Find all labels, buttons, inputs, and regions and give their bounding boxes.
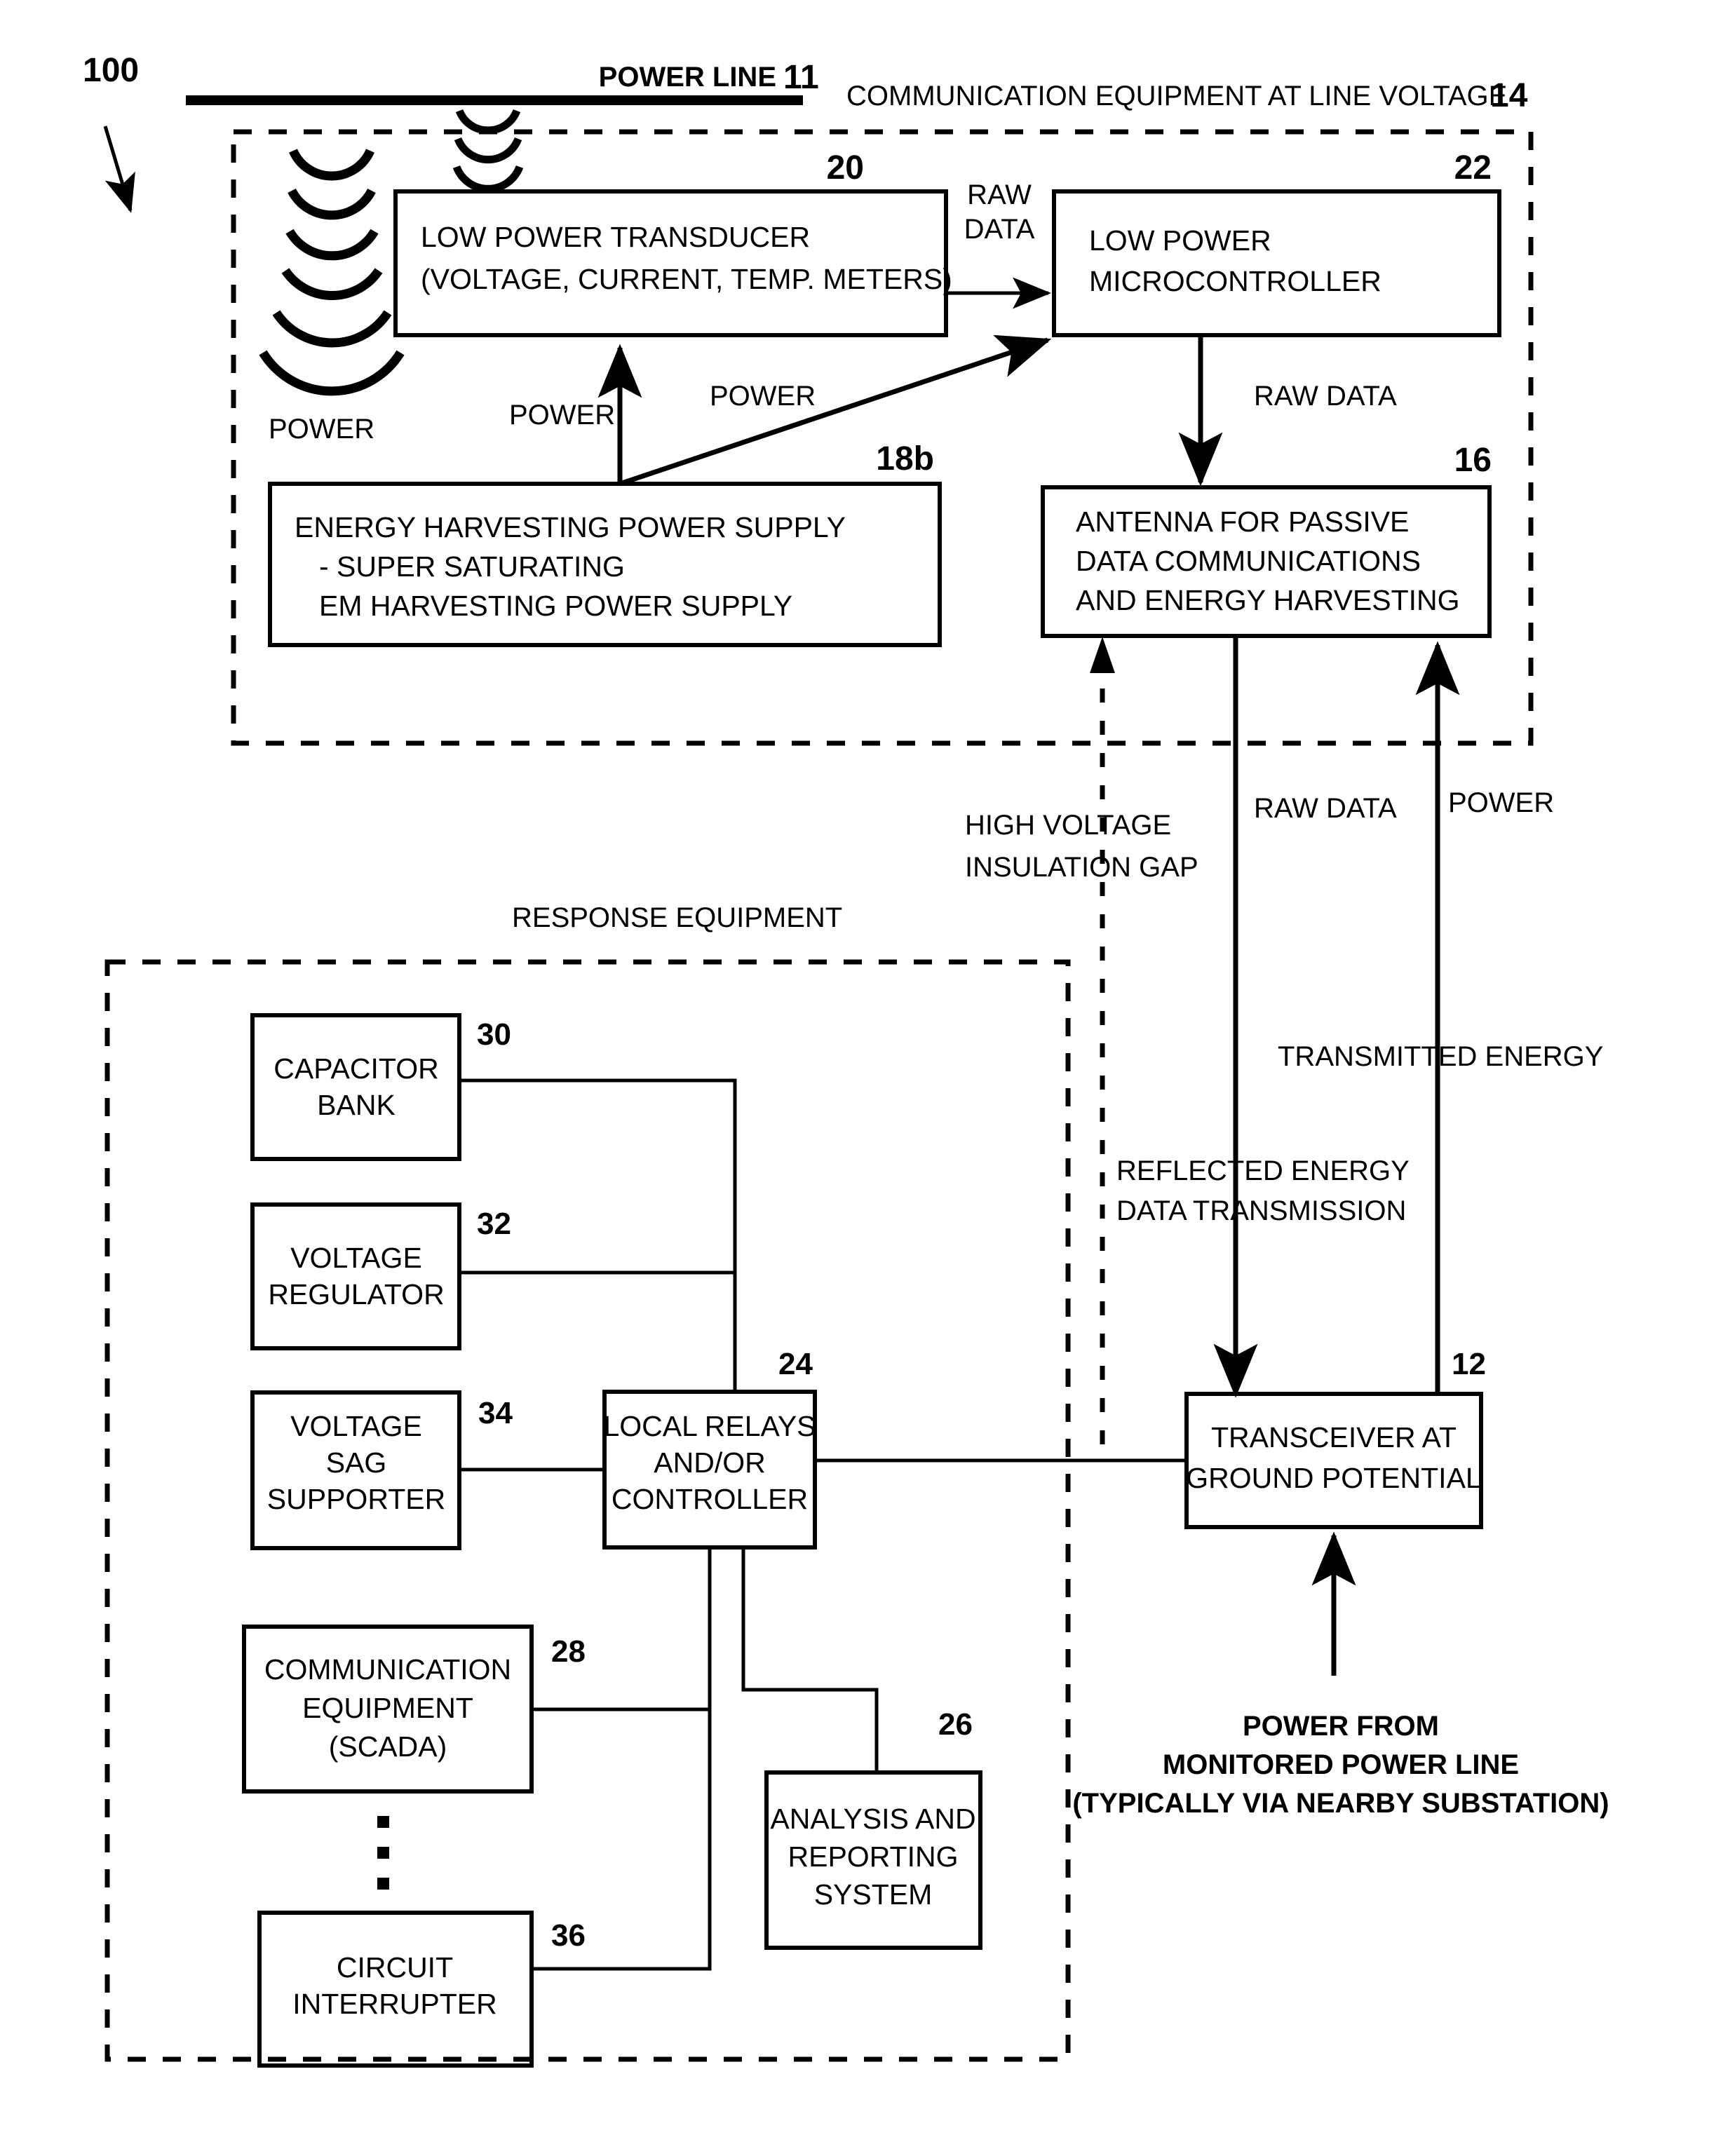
comm-equipment-ref: 14: [1490, 77, 1528, 114]
capacitor-bank-box: [250, 1013, 461, 1161]
transceiver-line2: GROUND POTENTIAL: [1186, 1462, 1481, 1494]
circuit-interrupter-line1: CIRCUIT: [337, 1951, 453, 1984]
reflected-energy-label-line1: REFLECTED ENERGY: [1116, 1155, 1410, 1186]
em-wave-arcs-large: [259, 149, 405, 396]
capacitor-bank-line2: BANK: [317, 1089, 396, 1121]
gap-power-label: POWER: [1448, 787, 1554, 818]
transmitted-energy-label: TRANSMITTED ENERGY: [1278, 1041, 1603, 1072]
wire-relays-to-analysis: [741, 1547, 879, 1772]
low-power-microcontroller-box: [1052, 189, 1501, 337]
raw-data-vertical-label: RAW DATA: [1254, 381, 1397, 412]
local-relays-line1: LOCAL RELAYS: [603, 1410, 816, 1442]
capacitor-bank-ref: 30: [477, 1017, 511, 1052]
system-diagram-canvas: 100 POWER LINE 11 COMMUNICATION EQUIPMEN…: [83, 52, 1609, 2068]
power-label-right: POWER: [710, 381, 816, 412]
reflected-energy-label-line2: DATA TRANSMISSION: [1116, 1195, 1406, 1226]
antenna-line3: AND ENERGY HARVESTING: [1076, 584, 1460, 616]
comm-equipment-label: COMMUNICATION EQUIPMENT AT LINE VOLTAGE: [846, 81, 1507, 111]
transceiver-box: [1184, 1392, 1483, 1529]
voltage-sag-supporter-line1: VOLTAGE: [290, 1410, 422, 1442]
voltage-regulator-ref: 32: [477, 1207, 511, 1241]
voltage-regulator-line2: REGULATOR: [268, 1278, 444, 1310]
power-supply-line2: - SUPER SATURATING: [319, 550, 625, 583]
comm-scada-ref: 28: [551, 1634, 586, 1669]
voltage-regulator-line1: VOLTAGE: [290, 1242, 422, 1274]
power-line-label: POWER LINE: [599, 62, 776, 93]
gap-raw-data-label: RAW DATA: [1254, 793, 1397, 824]
wire-relays-to-interrupter: [532, 1547, 712, 1971]
patent-figure: 100 POWER LINE 11 COMMUNICATION EQUIPMEN…: [0, 0, 1716, 2156]
power-supply-line3: EM HARVESTING POWER SUPPLY: [319, 590, 792, 622]
antenna-line1: ANTENNA FOR PASSIVE: [1076, 506, 1409, 538]
transceiver-ref: 12: [1452, 1347, 1486, 1381]
local-relays-line2: AND/OR: [654, 1446, 765, 1479]
voltage-regulator-box: [250, 1202, 461, 1350]
voltage-sag-supporter-line3: SUPPORTER: [267, 1483, 445, 1515]
analysis-reporting-ref: 26: [938, 1707, 973, 1742]
antenna-line2: DATA COMMUNICATIONS: [1076, 545, 1421, 577]
voltage-sag-supporter-line2: SAG: [326, 1446, 387, 1479]
comm-scada-line2: EQUIPMENT: [302, 1692, 473, 1724]
analysis-reporting-line2: REPORTING: [788, 1840, 959, 1873]
figure-reference-numeral: 100: [83, 52, 139, 89]
microcontroller-line1: LOW POWER: [1089, 224, 1271, 257]
antenna-ref: 16: [1454, 442, 1492, 479]
vertical-ellipsis: [377, 1816, 389, 1890]
transducer-ref: 20: [827, 149, 864, 187]
em-wave-arcs-small: [452, 109, 524, 193]
transceiver-line1: TRANSCEIVER AT: [1211, 1421, 1457, 1453]
power-line-ref: 11: [783, 59, 819, 96]
analysis-reporting-line1: ANALYSIS AND: [770, 1803, 975, 1835]
power-supply-line1: ENERGY HARVESTING POWER SUPPLY: [295, 511, 846, 543]
raw-data-label-line1: RAW: [967, 179, 1032, 210]
power-label-left: POWER: [269, 414, 374, 445]
power-source-line1: POWER FROM: [1243, 1711, 1439, 1742]
figure-reference-arrow: [103, 126, 135, 213]
microcontroller-ref: 22: [1454, 149, 1492, 187]
comm-scada-line1: COMMUNICATION: [264, 1653, 511, 1686]
voltage-sag-supporter-ref: 34: [478, 1396, 513, 1430]
power-source-line2: MONITORED POWER LINE: [1163, 1749, 1519, 1780]
response-equipment-heading: RESPONSE EQUIPMENT: [512, 902, 842, 933]
raw-data-label-line2: DATA: [964, 214, 1035, 245]
transducer-line2: (VOLTAGE, CURRENT, TEMP. METERS): [421, 263, 952, 295]
capacitor-bank-line1: CAPACITOR: [273, 1052, 438, 1085]
local-relays-line3: CONTROLLER: [612, 1483, 808, 1515]
comm-scada-line3: (SCADA): [329, 1730, 447, 1763]
high-voltage-gap-line2: INSULATION GAP: [965, 852, 1198, 883]
analysis-reporting-line3: SYSTEM: [814, 1878, 933, 1911]
reflected-energy-arrowhead: [1090, 637, 1115, 673]
microcontroller-line2: MICROCONTROLLER: [1089, 265, 1381, 297]
local-relays-ref: 24: [778, 1347, 813, 1381]
power-arrow-supply-to-microcontroller: [619, 334, 1052, 487]
transducer-line1: LOW POWER TRANSDUCER: [421, 221, 810, 253]
power-source-line3: (TYPICALLY VIA NEARBY SUBSTATION): [1072, 1788, 1609, 1819]
high-voltage-gap-line1: HIGH VOLTAGE: [965, 810, 1171, 841]
power-supply-ref: 18b: [876, 440, 934, 477]
circuit-interrupter-line2: INTERRUPTER: [292, 1988, 497, 2020]
circuit-interrupter-ref: 36: [551, 1918, 586, 1953]
power-label-mid: POWER: [509, 400, 615, 430]
